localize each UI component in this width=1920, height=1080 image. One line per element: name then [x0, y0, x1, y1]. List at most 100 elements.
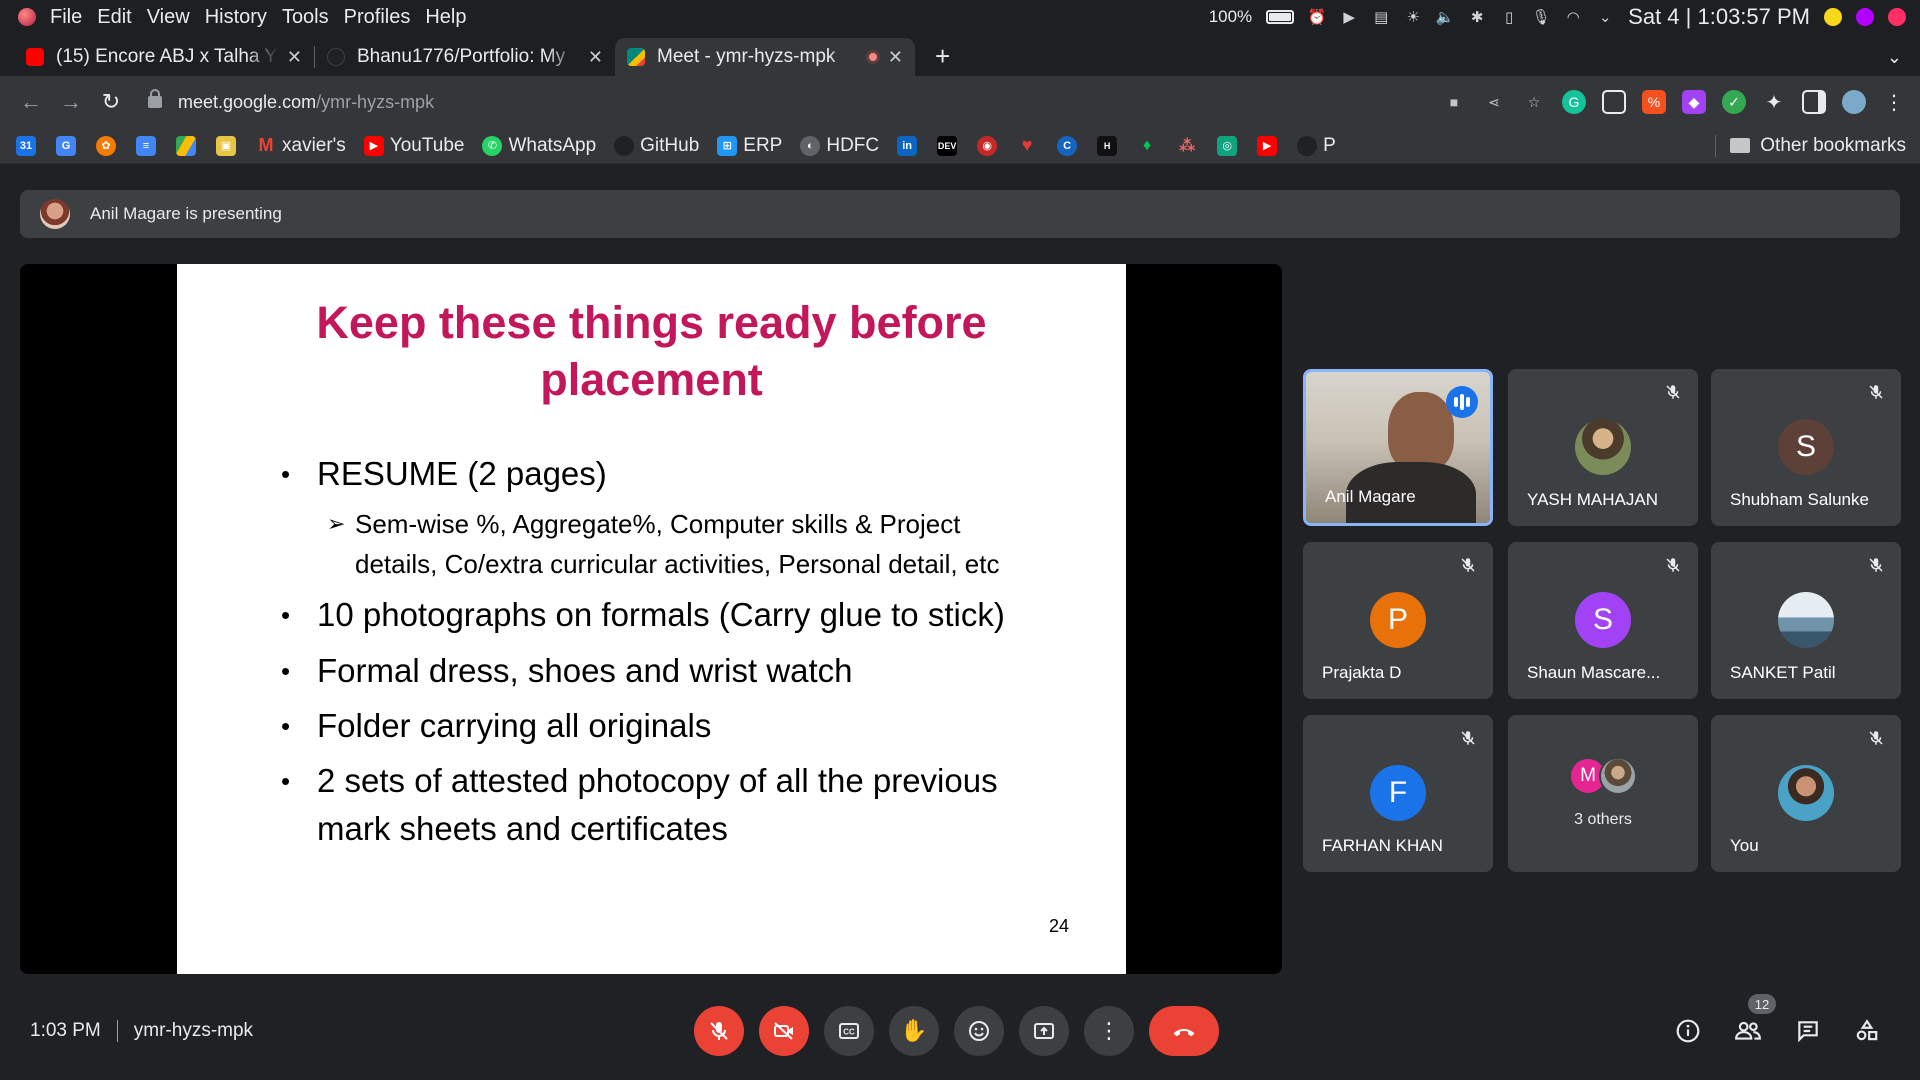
reload-icon[interactable]: ↻ [94, 85, 128, 119]
people-button[interactable] [1731, 1014, 1765, 1048]
participant-tile[interactable]: S Shubham Salunke [1711, 369, 1901, 526]
bookmark-item[interactable]: C [1057, 135, 1078, 156]
system-clock[interactable]: Sat 4 | 1:03:57 PM [1628, 4, 1810, 30]
profile-avatar[interactable] [1842, 90, 1866, 114]
bookmark-item[interactable]: ≡ [136, 135, 156, 156]
participant-tile[interactable]: YASH MAHAJAN [1508, 369, 1698, 526]
close-tab-icon[interactable]: ✕ [888, 47, 903, 68]
bookmark-item[interactable] [176, 135, 196, 156]
brightness-icon[interactable]: ☀ [1404, 8, 1422, 26]
bluetooth-icon[interactable]: ✱ [1468, 8, 1486, 26]
lock-icon[interactable] [148, 89, 162, 108]
share-icon[interactable]: ⋖ [1482, 90, 1506, 114]
chat-button[interactable] [1791, 1014, 1825, 1048]
back-arrow-icon[interactable]: ← [14, 85, 48, 119]
bullet-dot-icon: • [281, 766, 291, 796]
volume-icon[interactable]: 🔈 [1436, 8, 1455, 26]
bookmark-item[interactable]: ◎ [1217, 135, 1238, 156]
menu-file[interactable]: File [50, 6, 82, 29]
bookmark-item[interactable]: P [1297, 135, 1336, 157]
present-screen-button[interactable] [1019, 1006, 1069, 1056]
tab-search-chevron-icon[interactable]: ⌄ [1887, 47, 1902, 68]
other-bookmarks[interactable]: Other bookmarks [1715, 134, 1920, 157]
participant-avatar [1778, 765, 1834, 821]
bookmark-item[interactable]: ▶ [1257, 135, 1278, 156]
extension-green-icon[interactable]: ✓ [1722, 90, 1746, 114]
leave-call-button[interactable] [1149, 1006, 1219, 1056]
extension-purple-icon[interactable]: ◆ [1682, 90, 1706, 114]
battery-icon[interactable] [1266, 10, 1295, 24]
side-panel-icon[interactable] [1802, 90, 1826, 114]
participant-name: Anil Magare [1325, 487, 1416, 506]
new-tab-plus-icon[interactable]: + [935, 41, 950, 72]
bookmark-item[interactable]: ♦ [1137, 136, 1157, 156]
bookmark-item[interactable]: ✆ WhatsApp [482, 135, 596, 157]
bookmark-item[interactable]: Mxavier's [256, 135, 346, 157]
menu-tools[interactable]: Tools [282, 6, 329, 29]
yellow-status-dot-icon[interactable] [1824, 8, 1842, 26]
others-label: 3 others [1574, 811, 1632, 828]
bookmark-item[interactable]: GitHub [614, 135, 699, 157]
menu-help[interactable]: Help [425, 6, 466, 29]
close-tab-icon[interactable]: ✕ [287, 47, 302, 68]
extension-orange-icon[interactable]: % [1642, 90, 1666, 114]
menu-profiles[interactable]: Profiles [344, 6, 411, 29]
firefox-logo-icon[interactable] [18, 8, 36, 26]
bookmark-item[interactable]: H [1097, 135, 1118, 156]
more-options-button[interactable]: ⋮ [1084, 1006, 1134, 1056]
bookmark-item[interactable]: ⊞ ERP [717, 135, 782, 157]
bullet-dot-icon: • [281, 600, 291, 630]
reactions-button[interactable] [954, 1006, 1004, 1056]
clipboard-icon[interactable]: ▤ [1372, 8, 1390, 26]
activities-button[interactable] [1850, 1014, 1884, 1048]
mic-toggle-button[interactable] [694, 1006, 744, 1056]
kebab-menu-icon[interactable]: ⋮ [1882, 90, 1906, 114]
tab-youtube[interactable]: (15) Encore ABJ x Talha Y ✕ [14, 38, 314, 76]
bookmark-item[interactable]: ♥ [1017, 135, 1037, 156]
bookmark-item[interactable]: ◐ HDFC [800, 135, 879, 157]
bookmark-item[interactable]: ▶ YouTube [363, 135, 464, 157]
chevron-down-icon[interactable]: ⌄ [1596, 8, 1614, 26]
bookmark-item[interactable]: ◉ [977, 135, 998, 156]
participant-tile[interactable]: Anil Magare [1303, 369, 1493, 526]
wifi-icon[interactable]: ◠ [1564, 8, 1582, 26]
meeting-info-button[interactable] [1671, 1014, 1705, 1048]
bookmark-star-icon[interactable]: ☆ [1522, 90, 1546, 114]
tab-meet[interactable]: Meet - ymr-hyzs-mpk ✕ [615, 38, 915, 76]
participant-tile[interactable]: P Prajakta D [1303, 542, 1493, 699]
presentation-stage[interactable]: Keep these things ready before placement… [20, 264, 1282, 974]
youtube-icon [26, 48, 44, 66]
play-icon[interactable]: ▶ [1340, 8, 1358, 26]
menu-view[interactable]: View [147, 6, 190, 29]
camera-icon[interactable]: ■ [1442, 90, 1466, 114]
participant-tile-self[interactable]: You [1711, 715, 1901, 872]
device-icon[interactable]: ▯ [1500, 8, 1518, 26]
tab-manager-icon[interactable] [1602, 90, 1626, 114]
participant-tile[interactable]: SANKET Patil [1711, 542, 1901, 699]
bookmark-item[interactable]: in [897, 135, 918, 156]
address-bar[interactable]: meet.google.com/ymr-hyzs-mpk [148, 83, 1432, 121]
close-tab-icon[interactable]: ✕ [588, 47, 603, 68]
raise-hand-button[interactable]: ✋ [889, 1006, 939, 1056]
bookmark-item[interactable]: ⁂ [1177, 136, 1197, 156]
red-status-dot-icon[interactable] [1888, 8, 1906, 26]
camera-toggle-button[interactable] [759, 1006, 809, 1056]
tab-github[interactable]: Bhanu1776/Portfolio: My ✕ [315, 38, 615, 76]
bookmark-item[interactable]: DEV [937, 135, 958, 156]
microphone-icon[interactable]: 🎙 [1532, 8, 1551, 26]
participant-tile[interactable]: S Shaun Mascare... [1508, 542, 1698, 699]
others-tile[interactable]: M 3 others [1508, 715, 1698, 872]
puzzle-extensions-icon[interactable]: ✦ [1762, 90, 1786, 114]
menu-history[interactable]: History [205, 6, 267, 29]
grammarly-icon[interactable]: G [1562, 90, 1586, 114]
menu-edit[interactable]: Edit [97, 6, 131, 29]
bookmark-item[interactable]: ✿ [96, 135, 116, 156]
purple-status-dot-icon[interactable] [1856, 8, 1874, 26]
captions-button[interactable]: CC [824, 1006, 874, 1056]
forward-arrow-icon[interactable]: → [54, 85, 88, 119]
bookmark-item[interactable]: ▣ [216, 135, 236, 156]
bookmark-item[interactable]: 31 [16, 135, 36, 156]
bookmark-item[interactable]: G [56, 135, 76, 156]
alarm-icon[interactable]: ⏰ [1308, 8, 1327, 26]
participant-tile[interactable]: F FARHAN KHAN [1303, 715, 1493, 872]
